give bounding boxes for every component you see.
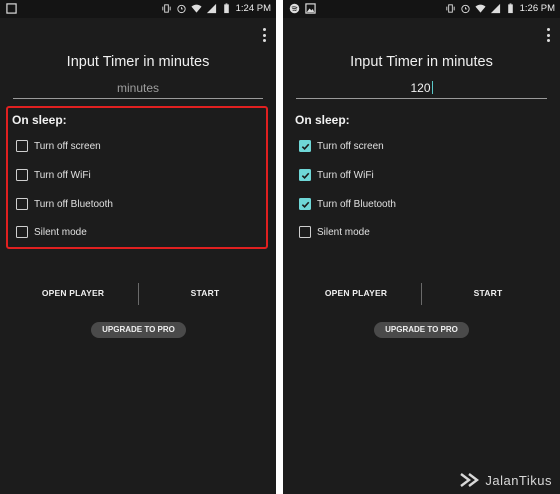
checkbox[interactable]: [16, 226, 28, 238]
minutes-input[interactable]: minutes: [13, 80, 263, 99]
wifi-icon: [475, 4, 486, 13]
signal-icon: [490, 3, 500, 14]
on-sleep-label: On sleep:: [12, 113, 67, 127]
option-turn-off-bluetooth[interactable]: Turn off Bluetooth: [299, 196, 396, 212]
overflow-menu-icon[interactable]: [260, 28, 268, 42]
start-button[interactable]: START: [150, 288, 260, 298]
checkmark-icon: [301, 172, 309, 179]
option-label: Silent mode: [317, 226, 370, 238]
battery-icon: [507, 3, 513, 14]
option-label: Turn off Bluetooth: [34, 198, 113, 210]
option-turn-off-screen[interactable]: Turn off screen: [16, 138, 101, 154]
phone-screen-left: 1:24 PM Input Timer in minutes minutes O…: [0, 0, 276, 494]
wifi-icon: [191, 4, 202, 13]
clock: 1:26 PM: [519, 3, 555, 14]
on-sleep-label: On sleep:: [295, 113, 350, 127]
system-icons: 1:26 PM: [445, 3, 555, 14]
checkbox-checked[interactable]: [299, 198, 311, 210]
clock: 1:24 PM: [235, 3, 271, 14]
upgrade-to-pro-button[interactable]: UPGRADE TO PRO: [374, 322, 469, 338]
image-notification-icon: [305, 3, 316, 14]
page-title: Input Timer in minutes: [66, 54, 210, 70]
checkmark-icon: [301, 201, 309, 208]
option-turn-off-screen[interactable]: Turn off screen: [299, 138, 384, 154]
watermark-text: JalanTikus: [485, 472, 552, 488]
vibrate-icon: [161, 4, 171, 13]
option-turn-off-wifi[interactable]: Turn off WiFi: [299, 167, 374, 183]
minutes-value: 120: [410, 81, 431, 95]
option-turn-off-wifi[interactable]: Turn off WiFi: [16, 167, 91, 183]
overflow-menu-icon[interactable]: [544, 28, 552, 42]
page-title: Input Timer in minutes: [350, 54, 493, 70]
signal-icon: [206, 3, 216, 14]
watermark: JalanTikus: [459, 472, 552, 488]
spotify-icon: [289, 3, 300, 14]
option-turn-off-bluetooth[interactable]: Turn off Bluetooth: [16, 196, 113, 212]
option-label: Turn off WiFi: [317, 169, 374, 181]
text-cursor: [431, 81, 433, 94]
battery-icon: [223, 3, 229, 14]
notification-icons: [6, 3, 17, 14]
option-label: Turn off screen: [34, 140, 101, 152]
alarm-icon: [176, 4, 186, 14]
notification-icons: [289, 3, 316, 14]
option-silent-mode[interactable]: Silent mode: [16, 224, 87, 240]
jalantikus-logo-icon: [460, 473, 480, 487]
checkbox[interactable]: [299, 226, 311, 238]
checkbox[interactable]: [16, 140, 28, 152]
button-divider: [138, 283, 139, 305]
checkbox-checked[interactable]: [299, 169, 311, 181]
upgrade-to-pro-button[interactable]: UPGRADE TO PRO: [91, 322, 186, 338]
open-player-button[interactable]: OPEN PLAYER: [18, 288, 128, 298]
status-bar: 1:24 PM: [0, 0, 276, 18]
checkbox[interactable]: [16, 198, 28, 210]
image-notification-icon: [6, 3, 17, 14]
button-divider: [421, 283, 422, 305]
open-player-button[interactable]: OPEN PLAYER: [301, 288, 411, 298]
vibrate-icon: [445, 4, 455, 13]
phone-screen-right: 1:26 PM Input Timer in minutes 120 On sl…: [283, 0, 560, 494]
option-label: Silent mode: [34, 226, 87, 238]
status-bar: 1:26 PM: [283, 0, 560, 18]
checkbox-checked[interactable]: [299, 140, 311, 152]
option-silent-mode[interactable]: Silent mode: [299, 224, 370, 240]
checkmark-icon: [301, 143, 309, 150]
option-label: Turn off screen: [317, 140, 384, 152]
option-label: Turn off Bluetooth: [317, 198, 396, 210]
minutes-placeholder: minutes: [116, 81, 160, 95]
system-icons: 1:24 PM: [161, 3, 271, 14]
checkbox[interactable]: [16, 169, 28, 181]
alarm-icon: [460, 4, 470, 14]
start-button[interactable]: START: [433, 288, 543, 298]
minutes-input[interactable]: 120: [296, 80, 547, 99]
option-label: Turn off WiFi: [34, 169, 91, 181]
